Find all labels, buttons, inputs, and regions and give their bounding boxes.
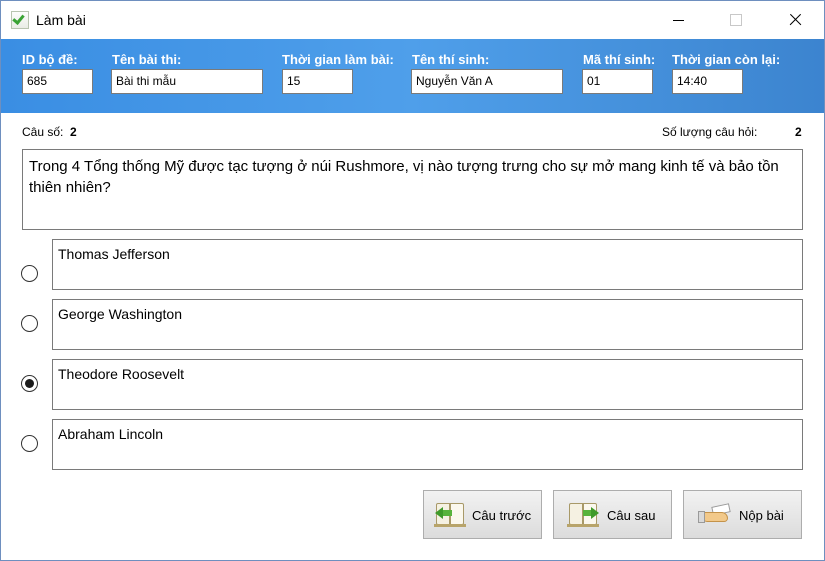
exam-name-label: Tên bài thi:	[112, 52, 182, 67]
exam-window: Làm bài ID bộ đề: 685 Tên bài thi: Bài t…	[0, 0, 825, 561]
question-number-value: 2	[70, 125, 77, 139]
previous-question-label: Câu trước	[472, 508, 532, 523]
answer-option-3[interactable]: Theodore Roosevelt	[52, 359, 803, 410]
answer-radio-2[interactable]	[21, 315, 38, 332]
candidate-name-label: Tên thí sinh:	[412, 52, 490, 67]
next-question-label: Câu sau	[607, 508, 656, 523]
time-remaining-label: Thời gian còn lại:	[672, 52, 781, 67]
exam-id-field[interactable]: 685	[22, 69, 93, 94]
exam-id-label: ID bộ đề:	[22, 52, 78, 67]
candidate-name-field[interactable]: Nguyễn Văn A	[411, 69, 563, 94]
question-number: Câu số: 2	[22, 125, 77, 139]
candidate-id-label: Mã thí sinh:	[583, 52, 656, 67]
answer-radio-1[interactable]	[21, 265, 38, 282]
exam-info-header: ID bộ đề: 685 Tên bài thi: Bài thi mẫu T…	[1, 39, 824, 113]
submit-exam-button[interactable]: Nộp bài	[683, 490, 802, 539]
question-text: Trong 4 Tổng thống Mỹ được tạc tượng ở n…	[22, 149, 803, 230]
answer-option-4[interactable]: Abraham Lincoln	[52, 419, 803, 470]
exam-name-field[interactable]: Bài thi mẫu	[111, 69, 263, 94]
previous-question-button[interactable]: Câu trước	[423, 490, 542, 539]
submit-exam-label: Nộp bài	[739, 508, 784, 523]
question-number-label: Câu số:	[22, 125, 64, 139]
question-count-label: Số lượng câu hỏi:	[662, 125, 758, 139]
maximize-button[interactable]	[712, 1, 758, 39]
answer-radio-3[interactable]	[21, 375, 38, 392]
title-bar: Làm bài	[1, 1, 824, 39]
close-button[interactable]	[772, 1, 818, 39]
time-remaining-field[interactable]: 14:40	[672, 69, 743, 94]
question-count-value: 2	[795, 125, 802, 139]
minimize-button[interactable]	[656, 1, 702, 39]
answer-radio-4[interactable]	[21, 435, 38, 452]
answer-option-2[interactable]: George Washington	[52, 299, 803, 350]
candidate-id-field[interactable]: 01	[582, 69, 653, 94]
window-title: Làm bài	[36, 12, 86, 28]
app-check-icon	[11, 11, 29, 29]
next-question-button[interactable]: Câu sau	[553, 490, 672, 539]
exam-duration-field[interactable]: 15	[282, 69, 353, 94]
question-count: Số lượng câu hỏi:	[662, 125, 757, 139]
exam-duration-label: Thời gian làm bài:	[282, 52, 394, 67]
answer-option-1[interactable]: Thomas Jefferson	[52, 239, 803, 290]
